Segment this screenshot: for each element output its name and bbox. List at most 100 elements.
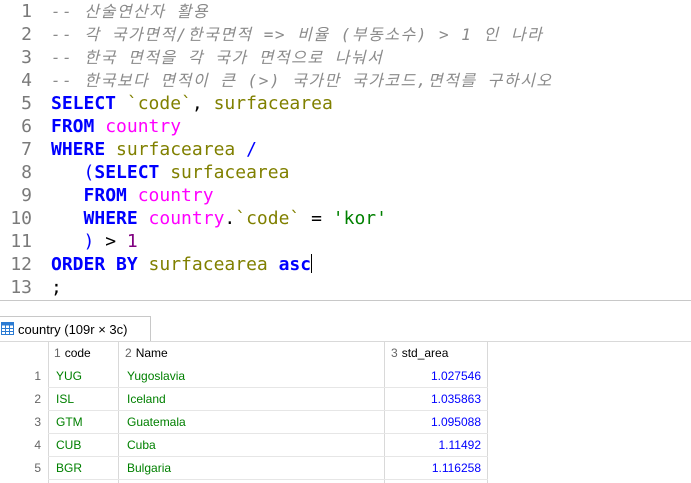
- line-number: 7: [21, 139, 32, 160]
- cell-code[interactable]: CUB: [56, 434, 81, 457]
- code-token: (: [83, 162, 95, 183]
- line-number: 13: [10, 277, 32, 298]
- table-row[interactable]: 2 ISL Iceland 1.035863: [0, 388, 691, 411]
- column-header-std-area[interactable]: 3 std_area: [391, 342, 449, 364]
- code-token: -- 산술연산자 활용: [51, 2, 210, 21]
- row-number: 2: [34, 392, 41, 406]
- code-line[interactable]: -- 산술연산자 활용: [51, 0, 209, 23]
- row-number: 4: [34, 438, 41, 452]
- code-token: SELECT: [51, 93, 127, 114]
- text-caret: [311, 254, 313, 273]
- code-line[interactable]: ) > 1: [51, 230, 138, 253]
- cell-code[interactable]: BGR: [56, 457, 82, 480]
- code-line[interactable]: ;: [51, 276, 62, 299]
- line-number: 5: [21, 93, 32, 114]
- cell-name[interactable]: Guatemala: [127, 411, 186, 434]
- column-header-name[interactable]: 2 Name: [125, 342, 168, 364]
- cell-code[interactable]: GTM: [56, 411, 83, 434]
- code-line[interactable]: FROM country: [51, 115, 181, 138]
- cell-code[interactable]: ISL: [56, 388, 74, 411]
- cell-std-area[interactable]: 1.035863: [386, 388, 481, 411]
- column-name: std_area: [401, 346, 449, 360]
- table-row[interactable]: 3 GTM Guatemala 1.095088: [0, 411, 691, 434]
- code-token: surfacearea: [148, 254, 279, 275]
- code-token: /: [246, 139, 257, 160]
- code-token: WHERE: [83, 208, 149, 229]
- line-number: 10: [10, 208, 32, 229]
- row-number: 1: [34, 369, 41, 383]
- result-tab-bar: country (109r × 3c): [0, 314, 691, 342]
- code-token: FROM: [83, 185, 138, 206]
- code-token: =: [300, 208, 333, 229]
- cell-std-area[interactable]: 1.11492: [386, 434, 482, 457]
- code-token: country: [148, 208, 225, 229]
- cell-std-area[interactable]: 1.116258: [386, 457, 481, 480]
- code-line[interactable]: SELECT `code`, surfacearea: [51, 92, 333, 115]
- code-token: ;: [51, 277, 62, 298]
- row-divider: [48, 479, 488, 480]
- code-line[interactable]: -- 한국보다 면적이 큰 (>) 국가만 국가코드,면적를 구하시오: [51, 69, 553, 92]
- line-number: 1: [21, 1, 32, 22]
- code-token: SELECT: [94, 162, 171, 183]
- code-line[interactable]: -- 한국 면적을 각 국가 면적으로 나눠서: [51, 46, 383, 69]
- column-name: code: [64, 346, 91, 360]
- code-token: asc: [278, 254, 312, 275]
- cell-std-area[interactable]: 1.095088: [386, 411, 481, 434]
- line-number: 8: [21, 162, 32, 183]
- column-name: Name: [135, 346, 168, 360]
- code-token: surfacearea: [116, 139, 247, 160]
- column-index: 1: [54, 346, 61, 360]
- code-token: ORDER BY: [51, 254, 149, 275]
- column-header-code[interactable]: 1 code: [54, 342, 91, 364]
- table-row[interactable]: 5 BGR Bulgaria 1.116258: [0, 457, 691, 480]
- code-token: 1: [126, 231, 138, 252]
- result-tab-country[interactable]: country (109r × 3c): [0, 316, 151, 342]
- code-token: ): [83, 231, 95, 252]
- code-line[interactable]: WHERE country.`code` = 'kor': [51, 207, 387, 230]
- cell-name[interactable]: Yugoslavia: [127, 365, 185, 388]
- code-line[interactable]: WHERE surfacearea /: [51, 138, 257, 161]
- sql-editor[interactable]: 1 2 3 4 5 6 7 8 9 10 11 12 13 -- 산술연산자 활용 -- 각 국가면적/한…: [0, 0, 691, 300]
- cell-code[interactable]: YUG: [56, 365, 82, 388]
- code-token: -- 한국 면적을 각 국가 면적으로 나눠서: [51, 48, 384, 67]
- cell-name[interactable]: Iceland: [127, 388, 166, 411]
- line-number: 4: [21, 70, 32, 91]
- table-row[interactable]: 1 YUG Yugoslavia 1.027546: [0, 365, 691, 388]
- result-tab-label: country (109r × 3c): [18, 322, 128, 337]
- line-number: 6: [21, 116, 32, 137]
- code-token: 'kor': [332, 208, 387, 229]
- line-number: 2: [21, 24, 32, 45]
- code-token: country: [137, 185, 214, 206]
- cell-std-area[interactable]: 1.027546: [386, 365, 481, 388]
- column-index: 2: [125, 346, 132, 360]
- code-token: WHERE: [51, 139, 117, 160]
- line-number: 12: [10, 254, 32, 275]
- code-token: ,: [191, 93, 214, 114]
- code-line[interactable]: ORDER BY surfacearea asc: [51, 253, 313, 276]
- code-line[interactable]: FROM country: [51, 184, 214, 207]
- code-token: >: [94, 231, 127, 252]
- line-number-gutter: 1 2 3 4 5 6 7 8 9 10 11 12 13: [0, 0, 44, 300]
- code-token: .: [224, 208, 236, 229]
- code-token: `code`: [126, 93, 192, 114]
- code-token: FROM: [51, 116, 106, 137]
- result-grid[interactable]: 1 code 2 Name 3 std_area 1 YUG Yugoslavia 1.02…: [0, 341, 691, 483]
- code-line[interactable]: -- 각 국가면적/한국면적 => 비율 (부동소수) > 1 인 나라: [51, 23, 543, 46]
- table-row[interactable]: 4 CUB Cuba 1.11492: [0, 434, 691, 457]
- line-number: 3: [21, 47, 32, 68]
- pane-splitter[interactable]: [0, 300, 691, 315]
- cell-name[interactable]: Cuba: [127, 434, 156, 457]
- code-token: surfacearea: [170, 162, 290, 183]
- table-grid-icon: [1, 322, 14, 335]
- code-token: surfacearea: [213, 93, 333, 114]
- code-token: -- 한국보다 면적이 큰 (>) 국가만 국가코드,면적를 구하시오: [51, 71, 553, 90]
- code-token: -- 각 국가면적/한국면적 => 비율 (부동소수) > 1 인 나라: [51, 25, 544, 44]
- row-number: 5: [34, 461, 41, 475]
- code-line[interactable]: (SELECT surfacearea: [51, 161, 290, 184]
- cell-name[interactable]: Bulgaria: [127, 457, 171, 480]
- code-token: country: [105, 116, 182, 137]
